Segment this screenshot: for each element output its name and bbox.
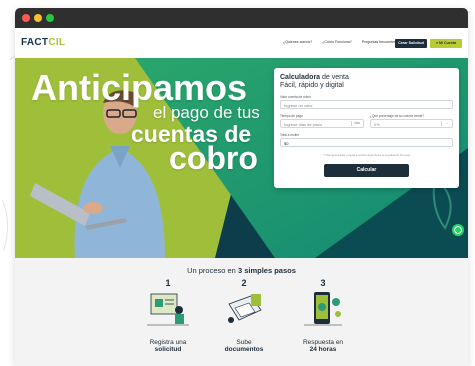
browser-window: FACTCIL ¿Quienes somos? ¿Cómo Funciona? … (15, 8, 468, 366)
process-step-1: 1 Registra una solicitud (133, 278, 203, 353)
step-label-line2: solicitud (154, 346, 182, 353)
amount-label: Valor cuenta de cobro (280, 95, 311, 99)
mi-cuenta-label: Mi Cuenta (439, 41, 457, 45)
nav-link-quienes-somos[interactable]: ¿Quienes somos? (283, 40, 312, 44)
process-section: Un proceso en 3 simples pasos 1 Registra… (15, 258, 468, 366)
process-step-3: 3 Respuesta en 24 horas (288, 278, 358, 353)
step-number: 3 (320, 278, 326, 288)
process-step-2: 2 Sube documentos (209, 278, 279, 353)
step-number: 1 (165, 278, 171, 288)
step-label-line2: 24 horas (309, 346, 337, 353)
maximize-window-button[interactable] (46, 14, 54, 22)
term-input[interactable]: Ingrese días de plazo días (280, 119, 364, 128)
calculator-title: Calculadora de venta (280, 74, 349, 81)
percent-label: ¿Qué porcentaje de su cuenta vende? (370, 114, 425, 118)
percent-value: 0% (374, 122, 380, 127)
sales-calculator-card: Calculadora de venta Fácil, rápido y dig… (274, 68, 459, 188)
calculator-subtitle: Fácil, rápido y digital (280, 82, 344, 89)
whatsapp-icon[interactable] (452, 224, 464, 236)
amount-input[interactable]: Ingrese un valor (280, 100, 453, 109)
result-field: $0 (280, 138, 453, 147)
process-title: Un proceso en 3 simples pasos (187, 266, 296, 275)
factcil-logo[interactable]: FACTCIL (21, 37, 65, 48)
mi-cuenta-button[interactable]: ● Mi Cuenta (430, 39, 462, 48)
hero-heading-line1: Anticipamos (31, 67, 248, 108)
window-titlebar (15, 8, 468, 28)
nav-link-como-funciona[interactable]: ¿Cómo Funciona? (322, 40, 352, 44)
hero-section: Anticipamos el pago de tus cuentas de co… (15, 58, 468, 258)
step-label-line1: Respuesta en (302, 339, 344, 346)
close-window-button[interactable] (22, 14, 30, 22)
term-input-value: Ingrese días de plazo (284, 122, 323, 127)
step-label-line1: Registra una (149, 339, 187, 346)
crear-solicitud-button[interactable]: Crear Solicitud (395, 39, 427, 48)
register-illustration (147, 293, 189, 326)
documents-illustration (228, 294, 262, 323)
hero-heading-line4: cobro (169, 140, 258, 176)
logo-text-main: FACT (21, 37, 49, 48)
minimize-window-button[interactable] (34, 14, 42, 22)
term-unit: días (351, 121, 362, 126)
calculator-disclaimer: * Cifras aproximadas y sujetas a cambios… (322, 154, 411, 157)
site-navbar: FACTCIL ¿Quienes somos? ¿Cómo Funciona? … (15, 28, 468, 59)
step-label-line1: Sube (236, 339, 252, 346)
term-label: Tiempo de pago (280, 114, 303, 118)
calcular-button[interactable]: Calcular (324, 164, 409, 177)
chevron-down-icon: ⌄ (441, 121, 452, 126)
nav-link-preguntas[interactable]: Preguntas frecuentes (362, 40, 396, 44)
percent-select[interactable]: 0% ⌄ (370, 119, 453, 128)
nav-links: ¿Quienes somos? ¿Cómo Funciona? Pregunta… (283, 40, 405, 44)
phone-response-illustration (304, 292, 342, 326)
logo-text-accent: CIL (48, 37, 66, 48)
step-label-line2: documentos (224, 346, 264, 353)
result-label: Total a recibir (280, 133, 299, 137)
step-number: 2 (241, 278, 247, 288)
hero-heading-line2: el pago de tus (153, 103, 260, 122)
